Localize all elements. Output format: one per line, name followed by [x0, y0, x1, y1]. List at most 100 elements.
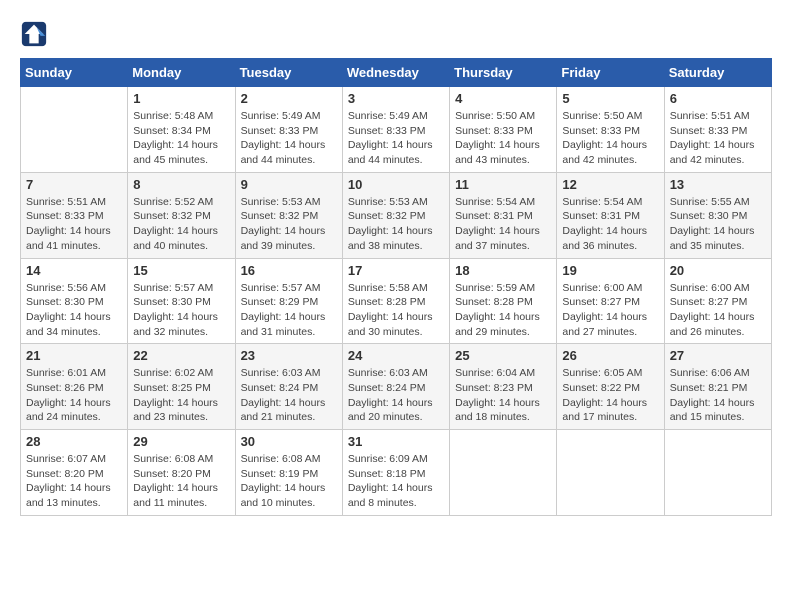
- day-cell: [557, 430, 664, 516]
- day-cell: 29Sunrise: 6:08 AM Sunset: 8:20 PM Dayli…: [128, 430, 235, 516]
- day-info: Sunrise: 5:51 AM Sunset: 8:33 PM Dayligh…: [670, 109, 766, 168]
- day-info: Sunrise: 5:57 AM Sunset: 8:29 PM Dayligh…: [241, 281, 337, 340]
- day-info: Sunrise: 6:08 AM Sunset: 8:20 PM Dayligh…: [133, 452, 229, 511]
- day-number: 28: [26, 434, 122, 449]
- header-cell-wednesday: Wednesday: [342, 59, 449, 87]
- day-cell: 9 Sunrise: 5:53 AM Sunset: 8:32 PM Daylig…: [235, 172, 342, 258]
- day-info: Sunrise: 5:57 AM Sunset: 8:30 PM Dayligh…: [133, 281, 229, 340]
- day-info: Sunrise: 5:50 AM Sunset: 8:33 PM Dayligh…: [455, 109, 551, 168]
- day-cell: 24 Sunrise: 6:03 AM Sunset: 8:24 PM Dayli…: [342, 344, 449, 430]
- day-number: 13: [670, 177, 766, 192]
- day-info: Sunrise: 5:55 AM Sunset: 8:30 PM Dayligh…: [670, 195, 766, 254]
- day-cell: [450, 430, 557, 516]
- day-info: Sunrise: 5:49 AM Sunset: 8:33 PM Dayligh…: [348, 109, 444, 168]
- header-cell-monday: Monday: [128, 59, 235, 87]
- day-cell: 31 Sunrise: 6:09 AM Sunset: 8:18 PM Dayli…: [342, 430, 449, 516]
- day-cell: 27 Sunrise: 6:06 AM Sunset: 8:21 PM Dayli…: [664, 344, 771, 430]
- week-row-4: 21 Sunrise: 6:01 AM Sunset: 8:26 PM Dayli…: [21, 344, 772, 430]
- day-cell: 12 Sunrise: 5:54 AM Sunset: 8:31 PM Dayli…: [557, 172, 664, 258]
- day-info: Sunrise: 5:54 AM Sunset: 8:31 PM Dayligh…: [455, 195, 551, 254]
- day-number: 19: [562, 263, 658, 278]
- day-number: 27: [670, 348, 766, 363]
- day-number: 9: [241, 177, 337, 192]
- day-info: Sunrise: 5:54 AM Sunset: 8:31 PM Dayligh…: [562, 195, 658, 254]
- day-cell: 8 Sunrise: 5:52 AM Sunset: 8:32 PM Daylig…: [128, 172, 235, 258]
- day-info: Sunrise: 5:52 AM Sunset: 8:32 PM Dayligh…: [133, 195, 229, 254]
- calendar-table: SundayMondayTuesdayWednesdayThursdayFrid…: [20, 58, 772, 516]
- day-info: Sunrise: 6:08 AM Sunset: 8:19 PM Dayligh…: [241, 452, 337, 511]
- day-info: Sunrise: 5:51 AM Sunset: 8:33 PM Dayligh…: [26, 195, 122, 254]
- logo-icon: [20, 20, 48, 48]
- day-cell: 26 Sunrise: 6:05 AM Sunset: 8:22 PM Dayli…: [557, 344, 664, 430]
- day-number: 10: [348, 177, 444, 192]
- day-cell: 11 Sunrise: 5:54 AM Sunset: 8:31 PM Dayli…: [450, 172, 557, 258]
- day-number: 7: [26, 177, 122, 192]
- week-row-3: 14 Sunrise: 5:56 AM Sunset: 8:30 PM Dayli…: [21, 258, 772, 344]
- day-number: 18: [455, 263, 551, 278]
- day-cell: 16Sunrise: 5:57 AM Sunset: 8:29 PM Dayli…: [235, 258, 342, 344]
- calendar-body: 1 Sunrise: 5:48 AM Sunset: 8:34 PM Daylig…: [21, 87, 772, 516]
- day-info: Sunrise: 5:59 AM Sunset: 8:28 PM Dayligh…: [455, 281, 551, 340]
- header-cell-sunday: Sunday: [21, 59, 128, 87]
- day-cell: 19 Sunrise: 6:00 AM Sunset: 8:27 PM Dayli…: [557, 258, 664, 344]
- day-number: 11: [455, 177, 551, 192]
- day-number: 24: [348, 348, 444, 363]
- day-info: Sunrise: 5:58 AM Sunset: 8:28 PM Dayligh…: [348, 281, 444, 340]
- day-cell: 28 Sunrise: 6:07 AM Sunset: 8:20 PM Dayli…: [21, 430, 128, 516]
- day-info: Sunrise: 6:02 AM Sunset: 8:25 PM Dayligh…: [133, 366, 229, 425]
- header-cell-friday: Friday: [557, 59, 664, 87]
- day-number: 31: [348, 434, 444, 449]
- day-info: Sunrise: 6:07 AM Sunset: 8:20 PM Dayligh…: [26, 452, 122, 511]
- day-cell: [664, 430, 771, 516]
- day-cell: [21, 87, 128, 173]
- day-info: Sunrise: 5:48 AM Sunset: 8:34 PM Dayligh…: [133, 109, 229, 168]
- day-number: 2: [241, 91, 337, 106]
- week-row-5: 28 Sunrise: 6:07 AM Sunset: 8:20 PM Dayli…: [21, 430, 772, 516]
- day-number: 23: [241, 348, 337, 363]
- day-number: 5: [562, 91, 658, 106]
- day-cell: 18 Sunrise: 5:59 AM Sunset: 8:28 PM Dayli…: [450, 258, 557, 344]
- day-info: Sunrise: 6:00 AM Sunset: 8:27 PM Dayligh…: [670, 281, 766, 340]
- day-cell: 5 Sunrise: 5:50 AM Sunset: 8:33 PM Daylig…: [557, 87, 664, 173]
- day-number: 21: [26, 348, 122, 363]
- day-cell: 13 Sunrise: 5:55 AM Sunset: 8:30 PM Dayli…: [664, 172, 771, 258]
- day-number: 3: [348, 91, 444, 106]
- day-info: Sunrise: 6:05 AM Sunset: 8:22 PM Dayligh…: [562, 366, 658, 425]
- day-cell: 21 Sunrise: 6:01 AM Sunset: 8:26 PM Dayli…: [21, 344, 128, 430]
- day-number: 8: [133, 177, 229, 192]
- day-info: Sunrise: 6:09 AM Sunset: 8:18 PM Dayligh…: [348, 452, 444, 511]
- day-cell: 25 Sunrise: 6:04 AM Sunset: 8:23 PM Dayli…: [450, 344, 557, 430]
- day-cell: 4Sunrise: 5:50 AM Sunset: 8:33 PM Daylig…: [450, 87, 557, 173]
- day-number: 6: [670, 91, 766, 106]
- day-info: Sunrise: 5:56 AM Sunset: 8:30 PM Dayligh…: [26, 281, 122, 340]
- day-number: 20: [670, 263, 766, 278]
- day-number: 12: [562, 177, 658, 192]
- day-info: Sunrise: 5:53 AM Sunset: 8:32 PM Dayligh…: [241, 195, 337, 254]
- day-info: Sunrise: 6:04 AM Sunset: 8:23 PM Dayligh…: [455, 366, 551, 425]
- day-info: Sunrise: 6:01 AM Sunset: 8:26 PM Dayligh…: [26, 366, 122, 425]
- page-header: [20, 20, 772, 48]
- day-cell: 15 Sunrise: 5:57 AM Sunset: 8:30 PM Dayli…: [128, 258, 235, 344]
- day-cell: 22 Sunrise: 6:02 AM Sunset: 8:25 PM Dayli…: [128, 344, 235, 430]
- day-cell: 6 Sunrise: 5:51 AM Sunset: 8:33 PM Daylig…: [664, 87, 771, 173]
- day-info: Sunrise: 6:03 AM Sunset: 8:24 PM Dayligh…: [241, 366, 337, 425]
- day-number: 1: [133, 91, 229, 106]
- day-number: 26: [562, 348, 658, 363]
- day-cell: 7 Sunrise: 5:51 AM Sunset: 8:33 PM Daylig…: [21, 172, 128, 258]
- day-number: 25: [455, 348, 551, 363]
- day-number: 30: [241, 434, 337, 449]
- day-info: Sunrise: 6:06 AM Sunset: 8:21 PM Dayligh…: [670, 366, 766, 425]
- day-cell: 2Sunrise: 5:49 AM Sunset: 8:33 PM Daylig…: [235, 87, 342, 173]
- day-info: Sunrise: 6:00 AM Sunset: 8:27 PM Dayligh…: [562, 281, 658, 340]
- day-info: Sunrise: 5:50 AM Sunset: 8:33 PM Dayligh…: [562, 109, 658, 168]
- week-row-2: 7 Sunrise: 5:51 AM Sunset: 8:33 PM Daylig…: [21, 172, 772, 258]
- day-cell: 14 Sunrise: 5:56 AM Sunset: 8:30 PM Dayli…: [21, 258, 128, 344]
- day-number: 15: [133, 263, 229, 278]
- day-cell: 1 Sunrise: 5:48 AM Sunset: 8:34 PM Daylig…: [128, 87, 235, 173]
- day-number: 14: [26, 263, 122, 278]
- day-info: Sunrise: 6:03 AM Sunset: 8:24 PM Dayligh…: [348, 366, 444, 425]
- day-cell: 17Sunrise: 5:58 AM Sunset: 8:28 PM Dayli…: [342, 258, 449, 344]
- day-number: 22: [133, 348, 229, 363]
- day-cell: 3 Sunrise: 5:49 AM Sunset: 8:33 PM Daylig…: [342, 87, 449, 173]
- header-cell-thursday: Thursday: [450, 59, 557, 87]
